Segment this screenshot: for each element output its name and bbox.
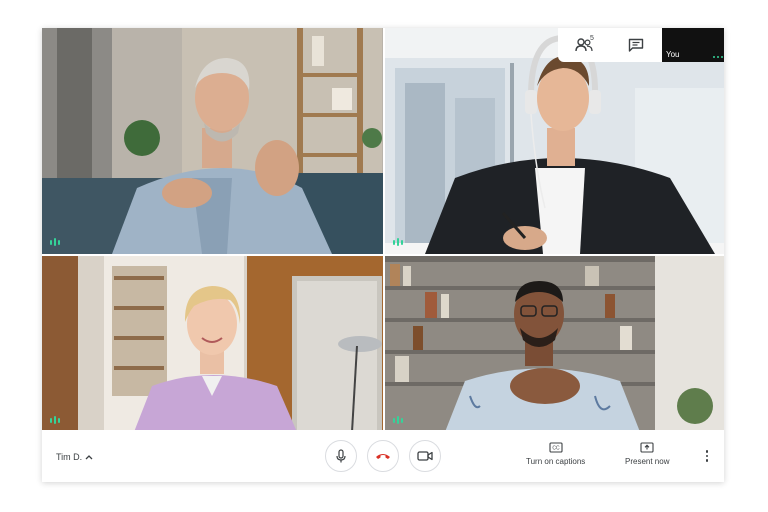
participant-video-3 xyxy=(42,256,383,432)
speaking-indicator xyxy=(393,238,403,246)
mic-icon xyxy=(336,449,346,463)
camera-icon xyxy=(417,451,433,461)
participant-tile-3[interactable] xyxy=(42,256,383,432)
user-name-label: Tim D. xyxy=(56,452,83,462)
hangup-button[interactable] xyxy=(367,440,399,472)
self-view-label: You xyxy=(666,50,680,59)
self-view-tile[interactable]: You xyxy=(662,28,724,62)
hangup-icon xyxy=(376,454,390,459)
present-icon xyxy=(640,442,654,453)
more-options-button[interactable] xyxy=(702,448,712,464)
speaking-indicator xyxy=(50,238,60,246)
participant-tile-1[interactable] xyxy=(42,28,383,254)
present-now-label: Present now xyxy=(625,457,670,466)
participant-tile-4[interactable] xyxy=(385,256,724,432)
captions-button[interactable]: CC Turn on captions xyxy=(526,442,585,466)
present-now-button[interactable]: Present now xyxy=(625,442,669,466)
participant-video-1 xyxy=(42,28,383,254)
self-speaking-indicator xyxy=(713,56,723,58)
chat-button[interactable] xyxy=(610,28,662,62)
bottom-toolbar: Tim D. CC Turn on captions Present now xyxy=(42,430,724,482)
participants-button[interactable]: 5 xyxy=(558,28,610,62)
mic-button[interactable] xyxy=(325,440,357,472)
more-vert-icon xyxy=(705,450,709,453)
captions-label: Turn on captions xyxy=(526,457,586,466)
participant-tile-2[interactable]: 5 You xyxy=(385,28,724,254)
camera-button[interactable] xyxy=(409,440,441,472)
participant-video-4 xyxy=(385,256,724,432)
top-action-bar: 5 xyxy=(558,28,662,62)
chat-icon xyxy=(628,38,644,52)
svg-text:CC: CC xyxy=(552,446,560,452)
user-name-menu[interactable]: Tim D. xyxy=(56,452,93,462)
speaking-indicator xyxy=(393,416,403,424)
chevron-up-icon xyxy=(85,455,93,460)
meeting-window: 5 You Tim D. CC Turn on captions Present… xyxy=(42,28,724,482)
captions-icon: CC xyxy=(549,442,563,453)
video-grid: 5 You xyxy=(42,28,724,432)
participants-count: 5 xyxy=(590,35,594,42)
speaking-indicator xyxy=(50,416,60,424)
